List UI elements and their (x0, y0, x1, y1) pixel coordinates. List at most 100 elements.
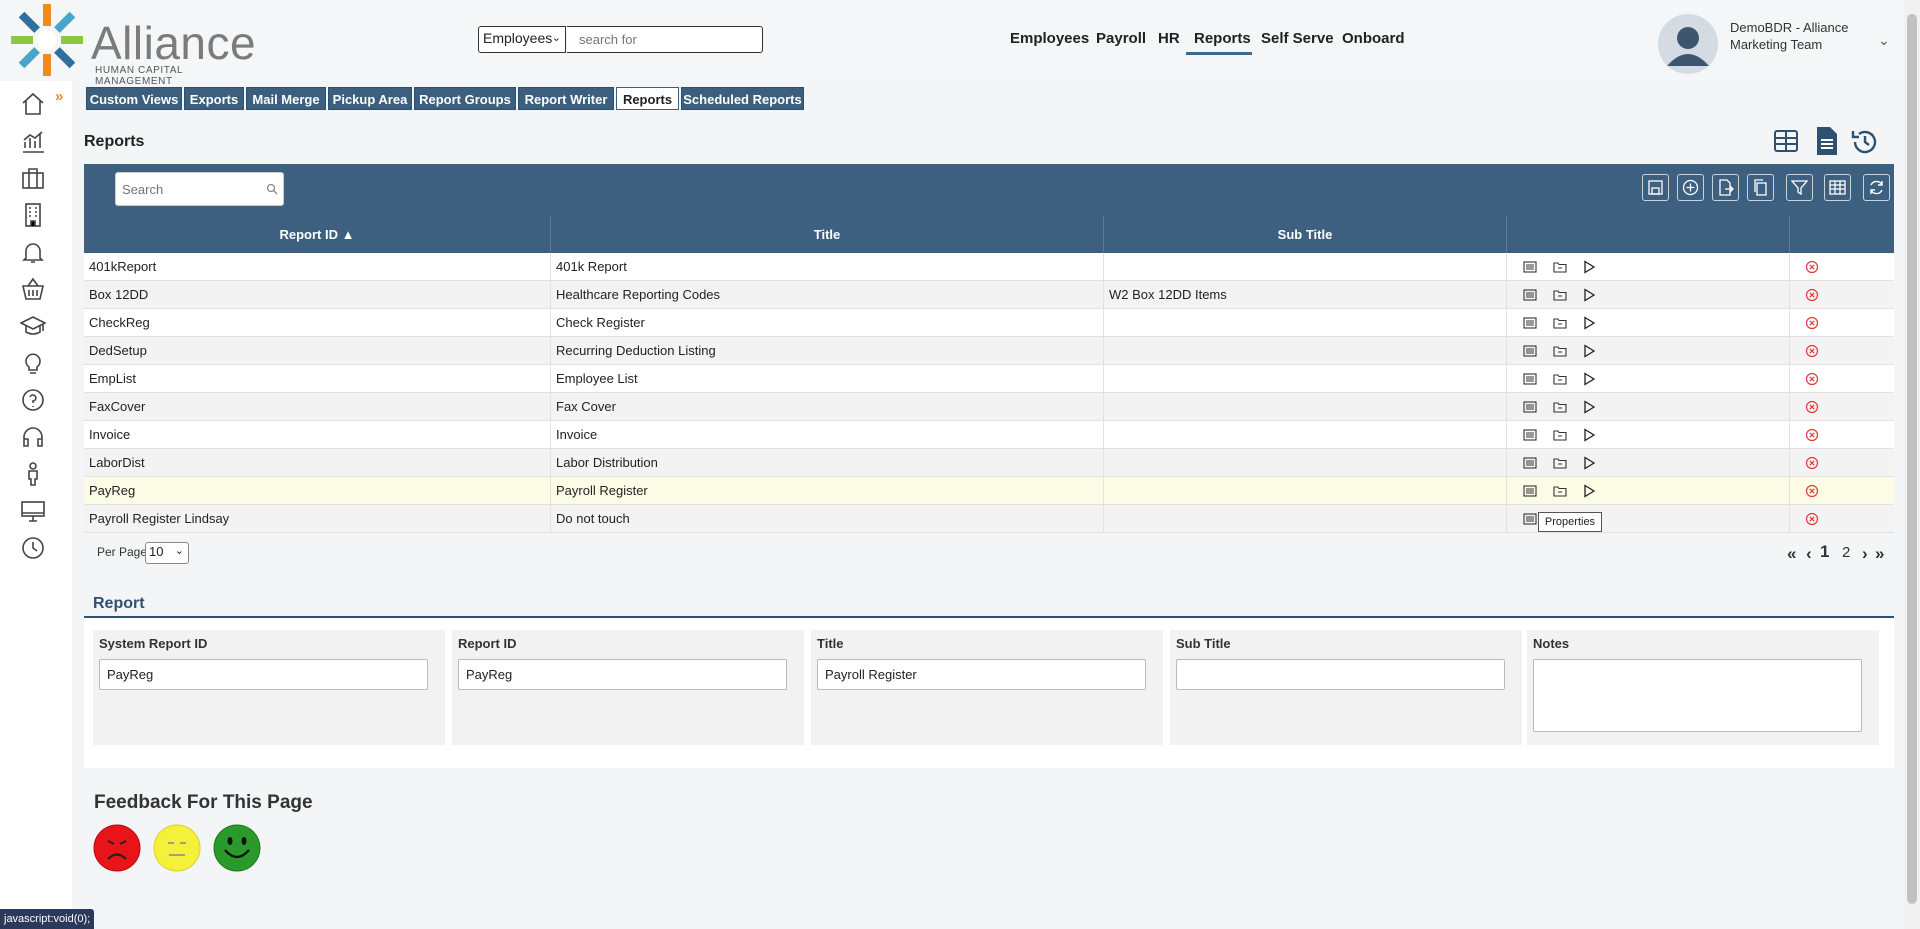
export-button[interactable] (1712, 174, 1739, 201)
nav-onboard[interactable]: Onboard (1342, 30, 1405, 47)
properties-icon[interactable] (1523, 484, 1537, 498)
properties-icon[interactable] (1523, 400, 1537, 414)
run-report-icon[interactable] (1582, 260, 1596, 274)
briefcase-icon[interactable] (20, 165, 46, 191)
run-report-icon[interactable] (1582, 372, 1596, 386)
system-report-id-input[interactable]: PayReg (99, 659, 428, 690)
tab-report-groups[interactable]: Report Groups (414, 87, 516, 110)
run-report-icon[interactable] (1582, 400, 1596, 414)
delete-icon[interactable] (1805, 484, 1819, 498)
pager-last-icon[interactable]: » (1875, 544, 1884, 564)
tab-mail-merge[interactable]: Mail Merge (246, 87, 326, 110)
search-category-select[interactable]: Employees ⌄ (478, 26, 566, 53)
run-report-icon[interactable] (1582, 428, 1596, 442)
bell-icon[interactable] (20, 239, 46, 265)
search-icon[interactable] (266, 183, 278, 195)
sub-title-input[interactable] (1176, 659, 1505, 690)
pager-prev-icon[interactable]: ‹ (1806, 544, 1812, 564)
tab-scheduled-reports[interactable]: Scheduled Reports (681, 87, 804, 110)
folder-icon[interactable] (1553, 344, 1567, 358)
nav-payroll[interactable]: Payroll (1096, 30, 1146, 47)
title-input[interactable]: Payroll Register (817, 659, 1146, 690)
clock-icon[interactable] (20, 535, 46, 561)
properties-icon[interactable] (1523, 344, 1537, 358)
delete-icon[interactable] (1805, 456, 1819, 470)
column-header-report-id[interactable]: Report ID ▲ (84, 216, 551, 253)
delete-icon[interactable] (1805, 316, 1819, 330)
tab-pickup-area[interactable]: Pickup Area (328, 87, 412, 110)
tab-reports[interactable]: Reports (616, 87, 679, 110)
properties-icon[interactable] (1523, 372, 1537, 386)
report-id-input[interactable]: PayReg (458, 659, 787, 690)
user-menu-chevron-icon[interactable]: ⌄ (1878, 32, 1890, 49)
run-report-icon[interactable] (1582, 484, 1596, 498)
delete-icon[interactable] (1805, 428, 1819, 442)
avatar[interactable] (1658, 14, 1718, 74)
help-icon[interactable] (20, 387, 46, 413)
nav-employees[interactable]: Employees (1010, 30, 1089, 47)
company-logo[interactable]: Alliance HUMAN CAPITAL MANAGEMENT (8, 2, 258, 87)
table-row[interactable]: PayReg Payroll Register (84, 477, 1894, 505)
table-row[interactable]: LaborDist Labor Distribution (84, 449, 1894, 477)
refresh-button[interactable] (1863, 174, 1890, 201)
per-page-select[interactable]: 10 ⌄ (145, 542, 189, 564)
properties-icon[interactable] (1523, 512, 1537, 526)
graduation-cap-icon[interactable] (20, 313, 46, 339)
basket-icon[interactable] (20, 276, 46, 302)
home-icon[interactable] (20, 91, 46, 117)
page-scrollbar[interactable] (1904, 0, 1920, 929)
delete-icon[interactable] (1805, 512, 1819, 526)
grid-view-icon[interactable] (1774, 130, 1798, 152)
nav-self-serve[interactable]: Self Serve (1261, 30, 1334, 47)
building-icon[interactable] (20, 202, 46, 228)
table-row[interactable]: 401kReport 401k Report (84, 253, 1894, 281)
lightbulb-icon[interactable] (20, 350, 46, 376)
tab-custom-views[interactable]: Custom Views (86, 87, 182, 110)
pager-page-2[interactable]: 2 (1842, 544, 1850, 561)
properties-icon[interactable] (1523, 316, 1537, 330)
table-row[interactable]: DedSetup Recurring Deduction Listing (84, 337, 1894, 365)
person-icon[interactable] (20, 461, 46, 487)
table-row[interactable]: CheckReg Check Register (84, 309, 1894, 337)
columns-button[interactable] (1824, 174, 1851, 201)
filter-button[interactable] (1786, 174, 1813, 201)
headset-icon[interactable] (20, 424, 46, 450)
happy-face-icon[interactable] (213, 824, 261, 872)
copy-button[interactable] (1747, 174, 1774, 201)
delete-icon[interactable] (1805, 260, 1819, 274)
add-button[interactable] (1677, 174, 1704, 201)
tab-report-writer[interactable]: Report Writer (518, 87, 614, 110)
expand-sidebar-icon[interactable]: » (55, 88, 63, 105)
tab-exports[interactable]: Exports (184, 87, 244, 110)
delete-icon[interactable] (1805, 372, 1819, 386)
table-row[interactable]: Payroll Register Lindsay Do not touch (84, 505, 1894, 533)
table-row[interactable]: Invoice Invoice (84, 421, 1894, 449)
pager-next-icon[interactable]: › (1862, 544, 1868, 564)
global-search-input[interactable] (567, 26, 763, 53)
folder-icon[interactable] (1553, 260, 1567, 274)
folder-icon[interactable] (1553, 288, 1567, 302)
run-report-icon[interactable] (1582, 456, 1596, 470)
delete-icon[interactable] (1805, 400, 1819, 414)
monitor-icon[interactable] (20, 498, 46, 524)
neutral-face-icon[interactable] (153, 824, 201, 872)
table-row[interactable]: Box 12DD Healthcare Reporting Codes W2 B… (84, 281, 1894, 309)
folder-icon[interactable] (1553, 456, 1567, 470)
properties-icon[interactable] (1523, 288, 1537, 302)
nav-hr[interactable]: HR (1158, 30, 1180, 47)
folder-icon[interactable] (1553, 428, 1567, 442)
nav-reports[interactable]: Reports (1194, 30, 1251, 47)
folder-icon[interactable] (1553, 372, 1567, 386)
run-report-icon[interactable] (1582, 344, 1596, 358)
run-report-icon[interactable] (1582, 288, 1596, 302)
save-button[interactable] (1642, 174, 1669, 201)
document-view-icon[interactable] (1816, 126, 1838, 156)
table-row[interactable]: EmpList Employee List (84, 365, 1894, 393)
properties-icon[interactable] (1523, 428, 1537, 442)
grid-search-input[interactable] (115, 172, 284, 206)
folder-icon[interactable] (1553, 484, 1567, 498)
properties-icon[interactable] (1523, 260, 1537, 274)
analytics-icon[interactable] (20, 128, 46, 154)
delete-icon[interactable] (1805, 344, 1819, 358)
user-info[interactable]: DemoBDR - Alliance Marketing Team (1730, 19, 1870, 53)
